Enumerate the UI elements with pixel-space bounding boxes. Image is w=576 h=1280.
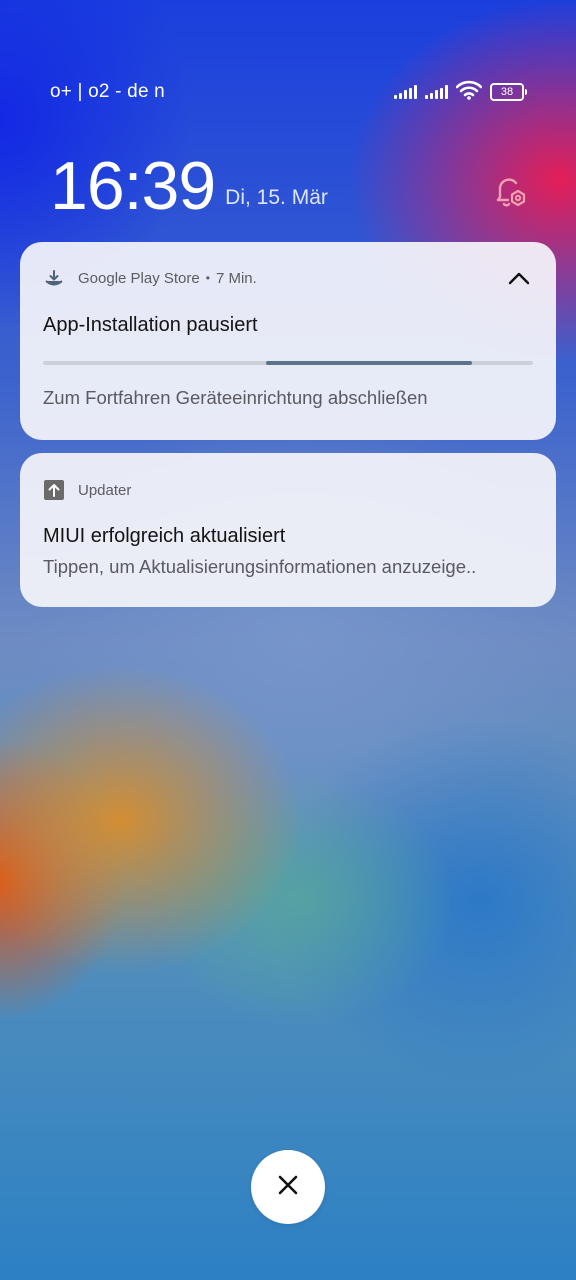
chevron-up-icon[interactable] — [502, 262, 536, 294]
notification-title: MIUI erfolgreich aktualisiert — [43, 525, 286, 547]
close-icon — [277, 1174, 299, 1201]
signal-icon — [394, 85, 417, 99]
app-name: Updater — [78, 481, 132, 499]
status-icons: 38 — [394, 80, 527, 105]
wifi-icon — [455, 80, 483, 105]
date: Di, 15. Mär — [225, 186, 328, 209]
signal-icon — [425, 85, 448, 99]
clock: 16:39 — [50, 148, 216, 224]
time-ago: 7 Min. — [215, 269, 257, 287]
notification-text: Tippen, um Aktualisierungsinformationen … — [43, 556, 477, 577]
download-icon — [44, 268, 64, 288]
progress-fill — [265, 361, 472, 365]
status-bar: o+ | o2 - de n 38 — [50, 78, 527, 106]
notification-text: Zum Fortfahren Geräteeinrichtung abschli… — [43, 387, 428, 408]
carrier-label: o+ | o2 - de n — [50, 81, 165, 102]
lock-screen: o+ | o2 - de n 38 16:39 Di, 15. Mär Goog… — [0, 0, 576, 1280]
notification-header: Updater — [44, 480, 532, 500]
progress-bar — [43, 361, 533, 365]
notification-header: Google Play Store • 7 Min. — [44, 268, 532, 288]
bell-settings-icon[interactable] — [490, 172, 530, 212]
app-name: Google Play Store — [78, 269, 200, 287]
arrow-up-icon — [44, 480, 64, 500]
notification-play-store[interactable]: Google Play Store • 7 Min. App-Installat… — [20, 242, 556, 440]
notification-updater[interactable]: Updater MIUI erfolgreich aktualisiert Ti… — [20, 453, 556, 607]
separator: • — [205, 271, 210, 285]
clock-row: 16:39 Di, 15. Mär — [50, 148, 530, 220]
notification-title: App-Installation pausiert — [43, 314, 258, 336]
battery-icon: 38 — [490, 83, 527, 101]
close-button[interactable] — [251, 1150, 325, 1224]
